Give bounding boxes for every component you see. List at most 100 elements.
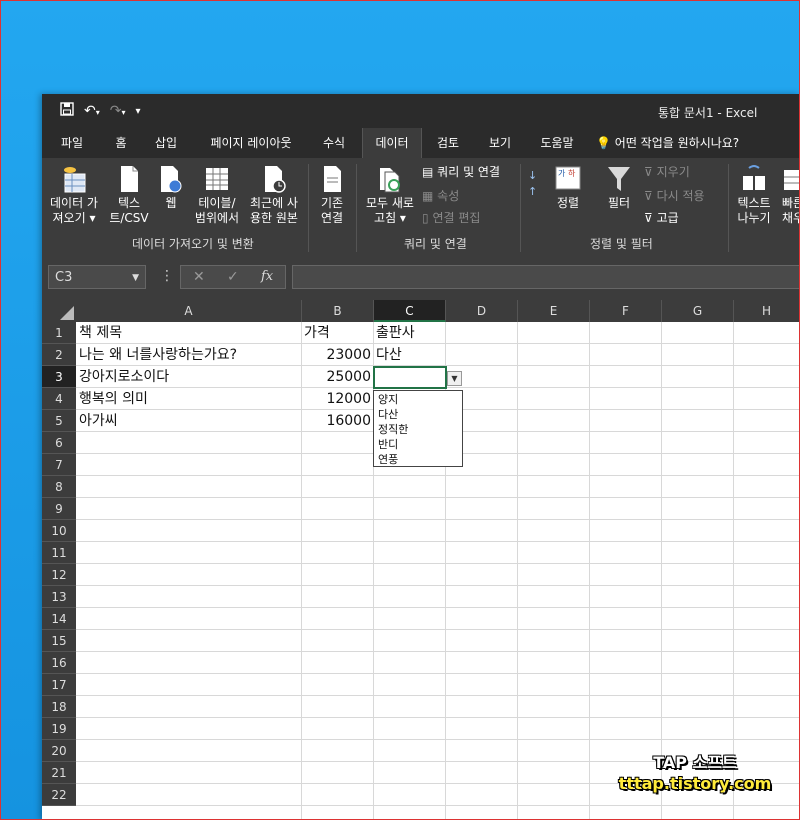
dropdown-option[interactable]: 다산 <box>378 407 462 422</box>
save-icon[interactable] <box>60 102 74 120</box>
row-header-22[interactable]: 22 <box>42 784 76 806</box>
row-header-1[interactable]: 1 <box>42 322 76 344</box>
formula-input[interactable] <box>292 265 800 289</box>
column-header-b[interactable]: B <box>302 300 374 322</box>
cell-b1[interactable]: 가격 <box>304 322 330 344</box>
cell-c1[interactable]: 출판사 <box>376 322 415 344</box>
tab-page-layout[interactable]: 페이지 레이아웃 <box>196 128 306 158</box>
grid-line <box>76 673 800 674</box>
advanced-filter-button[interactable]: ⊽ 고급 <box>644 210 679 226</box>
column-header-a[interactable]: A <box>76 300 302 322</box>
row-header-4[interactable]: 4 <box>42 388 76 410</box>
filter-funnel-icon <box>608 167 630 191</box>
tab-data[interactable]: 데이터 <box>362 128 422 158</box>
queries-connections-button[interactable]: ▤ 쿼리 및 연결 <box>422 164 500 180</box>
row-header-21[interactable]: 21 <box>42 762 76 784</box>
cell-a4[interactable]: 행복의 의미 <box>79 388 148 410</box>
row-header-19[interactable]: 19 <box>42 718 76 740</box>
row-header-15[interactable]: 15 <box>42 630 76 652</box>
cell-a1[interactable]: 책 제목 <box>79 322 122 344</box>
column-header-e[interactable]: E <box>518 300 590 322</box>
undo-icon[interactable]: ↶▾ <box>84 103 100 119</box>
filter-button[interactable]: 필터 <box>596 164 642 211</box>
recent-sources-button[interactable]: 최근에 사 용한 원본 <box>246 164 302 226</box>
row-header-12[interactable]: 12 <box>42 564 76 586</box>
dropdown-option[interactable]: 정직한 <box>378 422 462 437</box>
group-separator <box>308 164 309 252</box>
enter-check-icon[interactable]: ✓ <box>227 269 239 285</box>
column-header-d[interactable]: D <box>446 300 518 322</box>
dropdown-option[interactable]: 반디 <box>378 437 462 452</box>
more-options-icon[interactable]: ⋮ <box>160 268 174 284</box>
column-header-h[interactable]: H <box>734 300 800 322</box>
grid-line <box>661 322 662 820</box>
worksheet-grid: A B C D E F G H 1 2 3 4 5 6 7 8 9 10 11 … <box>42 300 800 820</box>
text-to-columns-button[interactable]: 텍스트 나누기 <box>732 164 776 226</box>
dropdown-option[interactable]: 연풍 <box>378 452 462 467</box>
row-header-16[interactable]: 16 <box>42 652 76 674</box>
grid-line <box>76 541 800 542</box>
column-header-g[interactable]: G <box>662 300 734 322</box>
row-header-9[interactable]: 9 <box>42 498 76 520</box>
row-header-11[interactable]: 11 <box>42 542 76 564</box>
flash-fill-button[interactable]: 빠른 채우 <box>778 164 800 226</box>
row-header-18[interactable]: 18 <box>42 696 76 718</box>
row-header-6[interactable]: 6 <box>42 432 76 454</box>
tab-home[interactable]: 홈 <box>104 128 138 158</box>
grid-line <box>76 651 800 652</box>
row-header-14[interactable]: 14 <box>42 608 76 630</box>
web-button[interactable]: 웹 <box>156 164 186 211</box>
customize-icon[interactable]: ▾ <box>136 106 141 117</box>
row-header-20[interactable]: 20 <box>42 740 76 762</box>
name-box[interactable]: C3 ▼ <box>48 265 146 289</box>
sort-asc-icon[interactable]: ↓ ↑ <box>528 168 537 200</box>
select-all-button[interactable] <box>42 300 76 322</box>
properties-button[interactable]: ▦ 속성 <box>422 188 459 204</box>
cell-b4[interactable]: 12000 <box>302 388 371 410</box>
dropdown-option[interactable]: 양지 <box>378 392 462 407</box>
cell-a3[interactable]: 강아지로소이다 <box>79 366 169 388</box>
dropdown-arrow-icon[interactable]: ▼ <box>447 371 462 386</box>
row-header-7[interactable]: 7 <box>42 454 76 476</box>
row-header-3[interactable]: 3 <box>42 366 76 388</box>
cell-b5[interactable]: 16000 <box>302 410 371 432</box>
chevron-down-icon[interactable]: ▼ <box>132 266 139 290</box>
cell-b3[interactable]: 25000 <box>302 366 371 388</box>
edit-links-button[interactable]: ▯ 연결 편집 <box>422 210 480 226</box>
cell-c2[interactable]: 다산 <box>376 344 402 366</box>
existing-connections-button[interactable]: 기존 연결 <box>312 164 352 226</box>
column-header-c[interactable]: C <box>374 300 446 322</box>
tell-me-search[interactable]: 💡 어떤 작업을 원하시나요? <box>596 128 739 158</box>
insert-function-icon[interactable]: fx <box>261 269 273 284</box>
redo-icon[interactable]: ↷▾ <box>110 103 126 119</box>
get-data-button[interactable]: 데이터 가 져오기 ▾ <box>46 164 102 226</box>
tab-review[interactable]: 검토 <box>426 128 470 158</box>
reapply-button[interactable]: ⊽ 다시 적용 <box>644 188 705 204</box>
row-header-13[interactable]: 13 <box>42 586 76 608</box>
tab-help[interactable]: 도움말 <box>530 128 584 158</box>
tab-view[interactable]: 보기 <box>478 128 522 158</box>
row-header-17[interactable]: 17 <box>42 674 76 696</box>
grid-line <box>76 717 800 718</box>
grid-line <box>76 695 800 696</box>
cell-a5[interactable]: 아가씨 <box>79 410 118 432</box>
row-header-5[interactable]: 5 <box>42 410 76 432</box>
clear-filter-button[interactable]: ⊽ 지우기 <box>644 164 690 180</box>
text-csv-button[interactable]: 텍스 트/CSV <box>106 164 152 226</box>
row-header-10[interactable]: 10 <box>42 520 76 542</box>
web-globe-icon <box>161 166 182 193</box>
tab-file[interactable]: 파일 <box>52 128 92 158</box>
sort-button[interactable]: 가하 정렬 <box>548 164 588 211</box>
column-header-f[interactable]: F <box>590 300 662 322</box>
cell-b2[interactable]: 23000 <box>302 344 371 366</box>
active-cell-c3[interactable] <box>373 366 447 389</box>
row-header-2[interactable]: 2 <box>42 344 76 366</box>
refresh-all-button[interactable]: 모두 새로 고침 ▾ <box>360 164 420 226</box>
tab-formulas[interactable]: 수식 <box>312 128 356 158</box>
from-table-button[interactable]: 테이블/ 범위에서 <box>192 164 242 226</box>
tab-insert[interactable]: 삽입 <box>146 128 186 158</box>
cell-a2[interactable]: 나는 왜 너를사랑하는가요? <box>79 344 237 366</box>
cancel-icon[interactable]: ✕ <box>193 269 205 285</box>
row-header-8[interactable]: 8 <box>42 476 76 498</box>
recent-clock-icon <box>265 166 286 193</box>
